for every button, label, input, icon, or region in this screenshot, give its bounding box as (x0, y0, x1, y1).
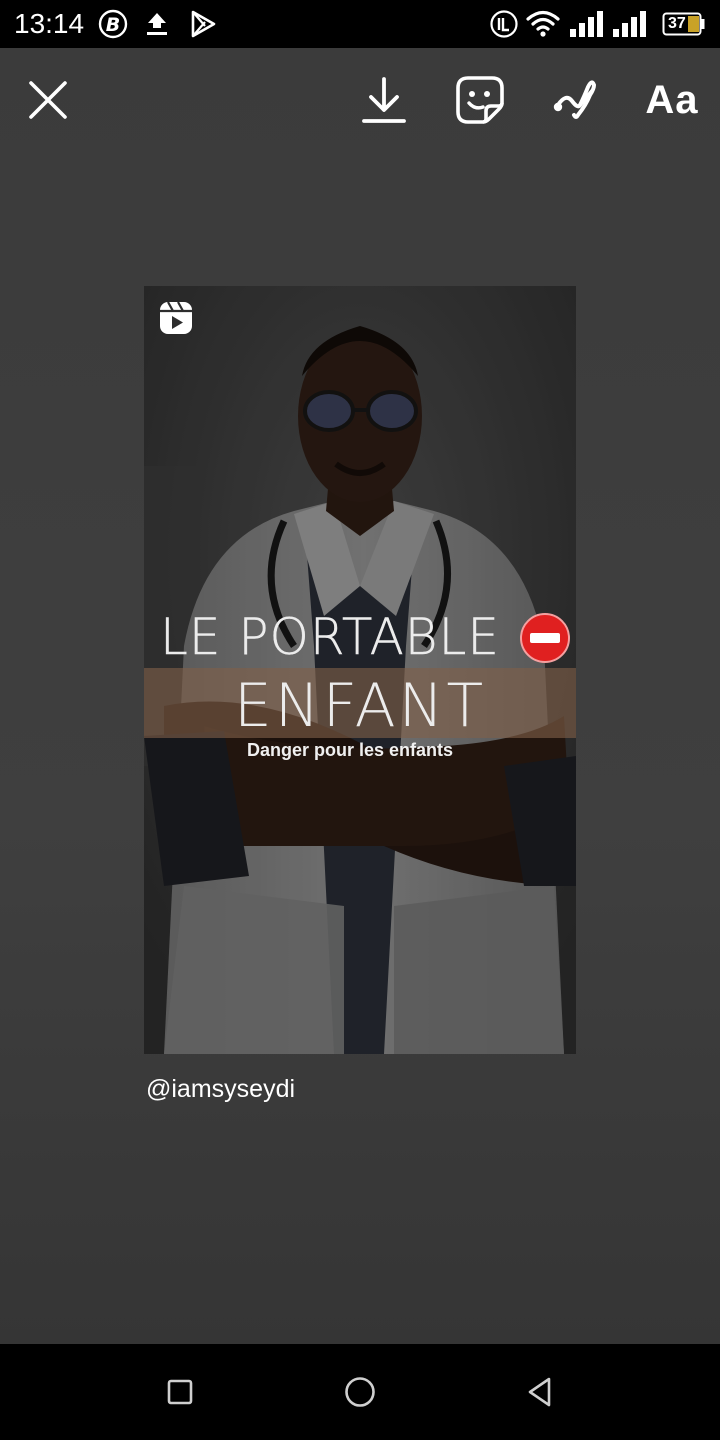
home-circle-icon (345, 1377, 375, 1407)
b-circle-icon: B (98, 9, 128, 39)
svg-text:B: B (106, 14, 120, 36)
battery-level: 37 (668, 15, 686, 32)
back-button[interactable] (490, 1344, 590, 1440)
story-editor-canvas: Aa LE PORTABLE ENFANT Danger pour les en… (0, 48, 720, 1344)
close-button[interactable] (18, 70, 78, 130)
headline-line-2: ENFANT (233, 671, 487, 741)
download-button[interactable] (354, 68, 414, 132)
story-editor-screen: 13:14 B 37 Aa LE PORTABLE ENFANT Danger … (0, 0, 720, 1440)
shared-post-card[interactable]: LE PORTABLE ENFANT Danger pour les enfan… (144, 286, 576, 1054)
status-bar: 13:14 B 37 (0, 0, 720, 48)
post-subheadline: Danger pour les enfants (246, 740, 454, 760)
reels-icon (160, 301, 192, 334)
download-icon (362, 77, 406, 123)
battery-icon: 37 (662, 12, 706, 36)
navigation-bar (0, 1344, 720, 1440)
signal-icon (613, 11, 646, 37)
text-tool-button[interactable]: Aa (638, 68, 706, 132)
sticker-icon (456, 76, 504, 124)
signal-icon (570, 11, 603, 37)
sticker-button[interactable] (450, 68, 510, 132)
draw-icon (553, 80, 596, 119)
upload-arrow-icon (147, 13, 167, 35)
draw-button[interactable] (546, 68, 606, 132)
status-time: 13:14 (14, 8, 85, 39)
recents-square-icon (167, 1379, 193, 1405)
play-store-icon (191, 10, 216, 38)
no-entry-icon (520, 613, 570, 663)
headline-line-1: LE PORTABLE (159, 608, 500, 666)
home-button[interactable] (310, 1344, 410, 1440)
wifi-icon (526, 10, 560, 37)
mention-sticker[interactable]: @iamsyseydi (146, 1072, 295, 1106)
volte-icon (490, 10, 518, 38)
close-icon (29, 81, 67, 119)
recents-button[interactable] (130, 1344, 230, 1440)
back-triangle-icon (528, 1377, 551, 1407)
